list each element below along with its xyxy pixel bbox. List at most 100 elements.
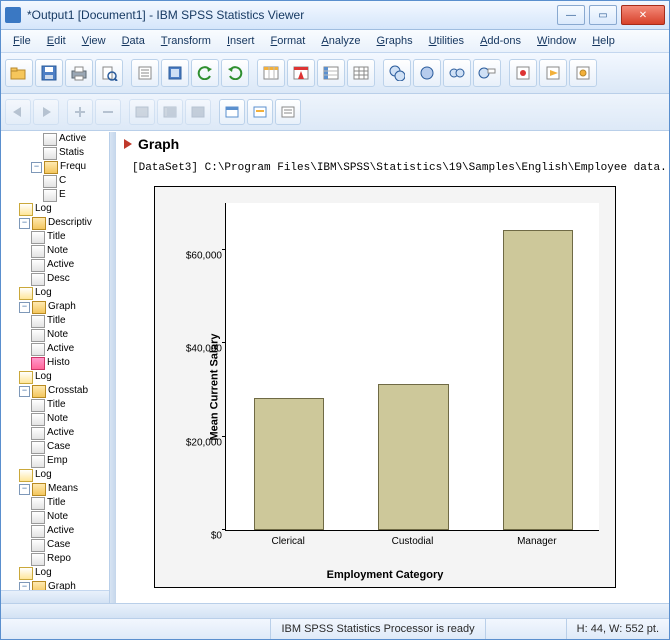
value-labels-button[interactable] <box>473 59 501 87</box>
menu-window[interactable]: Window <box>529 30 584 52</box>
outline-item[interactable]: Active <box>3 132 109 146</box>
outline-item[interactable]: Repo <box>3 552 109 566</box>
close-button[interactable]: ✕ <box>621 5 665 25</box>
outline-item[interactable]: Title <box>3 230 109 244</box>
chart-plot-area: $0$20,000$40,000$60,000ClericalCustodial… <box>225 203 599 531</box>
menu-file[interactable]: File <box>5 30 39 52</box>
outline-label: Note <box>47 328 68 342</box>
maximize-button[interactable]: ▭ <box>589 5 617 25</box>
outline-pane[interactable]: ActiveStatis−FrequCELog−DescriptivTitleN… <box>1 132 110 603</box>
outline-item[interactable]: C <box>3 174 109 188</box>
show-button[interactable] <box>185 99 211 125</box>
outline-item[interactable]: E <box>3 188 109 202</box>
outline-label: Case <box>47 538 70 552</box>
chart-bar <box>254 398 324 530</box>
menu-help[interactable]: Help <box>584 30 623 52</box>
goto-variable-button[interactable] <box>317 59 345 87</box>
outline-item[interactable]: Active <box>3 524 109 538</box>
outline-item[interactable]: Case <box>3 538 109 552</box>
outline-item[interactable]: Log <box>3 566 109 580</box>
note-icon <box>31 315 45 328</box>
menu-format[interactable]: Format <box>263 30 314 52</box>
outline-item[interactable]: Active <box>3 258 109 272</box>
save-button[interactable] <box>35 59 63 87</box>
outline-item[interactable]: Log <box>3 202 109 216</box>
split-file-button[interactable] <box>443 59 471 87</box>
menu-edit[interactable]: Edit <box>39 30 74 52</box>
outline-item[interactable]: Title <box>3 314 109 328</box>
goto-case-button[interactable] <box>287 59 315 87</box>
outline-label: Log <box>35 286 52 300</box>
outline-item[interactable]: Note <box>3 328 109 342</box>
toggle-icon[interactable]: − <box>19 302 30 313</box>
outline-item[interactable]: Log <box>3 468 109 482</box>
toggle-icon[interactable]: − <box>19 484 30 495</box>
outline-item[interactable]: Emp <box>3 454 109 468</box>
promote-button[interactable] <box>67 99 93 125</box>
redo-button[interactable] <box>221 59 249 87</box>
collapse-button[interactable] <box>129 99 155 125</box>
insert-heading-button[interactable] <box>219 99 245 125</box>
outline-item[interactable]: Case <box>3 440 109 454</box>
outline-item[interactable]: Title <box>3 398 109 412</box>
demote-button[interactable] <box>95 99 121 125</box>
outline-item[interactable]: −Crosstab <box>3 384 109 398</box>
run-script-button[interactable] <box>569 59 597 87</box>
select-button[interactable] <box>383 59 411 87</box>
horizontal-scrollbar[interactable] <box>1 603 669 618</box>
graph-heading: Graph <box>138 136 179 152</box>
outline-item[interactable]: Note <box>3 510 109 524</box>
outline-item[interactable]: Log <box>3 370 109 384</box>
chart[interactable]: Mean Current Salary Employment Category … <box>154 186 616 588</box>
insert-title-button[interactable] <box>247 99 273 125</box>
outline-label: Desc <box>47 272 70 286</box>
insert-text-button[interactable] <box>275 99 301 125</box>
nav-back-button[interactable] <box>5 99 31 125</box>
minimize-button[interactable]: — <box>557 5 585 25</box>
note-icon <box>31 441 45 454</box>
use-sets-button[interactable] <box>509 59 537 87</box>
designate-window-button[interactable] <box>539 59 567 87</box>
outline-item[interactable]: Active <box>3 426 109 440</box>
outline-label: Frequ <box>60 160 86 174</box>
print-button[interactable] <box>65 59 93 87</box>
toggle-icon[interactable]: − <box>31 162 42 173</box>
undo-button[interactable] <box>191 59 219 87</box>
outline-item[interactable]: −Descriptiv <box>3 216 109 230</box>
export-button[interactable] <box>131 59 159 87</box>
outline-item[interactable]: − Frequ <box>3 160 109 174</box>
menu-data[interactable]: Data <box>114 30 153 52</box>
app-icon <box>5 7 21 23</box>
outline-item[interactable]: Active <box>3 342 109 356</box>
menu-transform[interactable]: Transform <box>153 30 219 52</box>
outline-item[interactable]: Histo <box>3 356 109 370</box>
menu-view[interactable]: View <box>74 30 114 52</box>
menu-graphs[interactable]: Graphs <box>369 30 421 52</box>
expand-button[interactable] <box>157 99 183 125</box>
outline-item[interactable]: Note <box>3 244 109 258</box>
outline-item[interactable]: Note <box>3 412 109 426</box>
menu-add-ons[interactable]: Add-ons <box>472 30 529 52</box>
nav-forward-button[interactable] <box>33 99 59 125</box>
variables-button[interactable] <box>347 59 375 87</box>
outline-item[interactable]: Statis <box>3 146 109 160</box>
toggle-icon[interactable]: − <box>19 386 30 397</box>
output-pane[interactable]: Graph [DataSet3] C:\Program Files\IBM\SP… <box>116 132 669 603</box>
outline-label: Note <box>47 510 68 524</box>
goto-data-button[interactable] <box>257 59 285 87</box>
outline-item[interactable]: Log <box>3 286 109 300</box>
outline-scrollbar[interactable] <box>1 590 109 603</box>
outline-label: Graph <box>48 300 76 314</box>
outline-item[interactable]: −Means <box>3 482 109 496</box>
print-preview-button[interactable] <box>95 59 123 87</box>
open-button[interactable] <box>5 59 33 87</box>
toggle-icon[interactable]: − <box>19 218 30 229</box>
outline-item[interactable]: Desc <box>3 272 109 286</box>
outline-item[interactable]: − Graph <box>3 300 109 314</box>
weight-button[interactable] <box>413 59 441 87</box>
menu-analyze[interactable]: Analyze <box>313 30 368 52</box>
menu-insert[interactable]: Insert <box>219 30 263 52</box>
outline-item[interactable]: Title <box>3 496 109 510</box>
recall-dialog-button[interactable] <box>161 59 189 87</box>
menu-utilities[interactable]: Utilities <box>421 30 472 52</box>
